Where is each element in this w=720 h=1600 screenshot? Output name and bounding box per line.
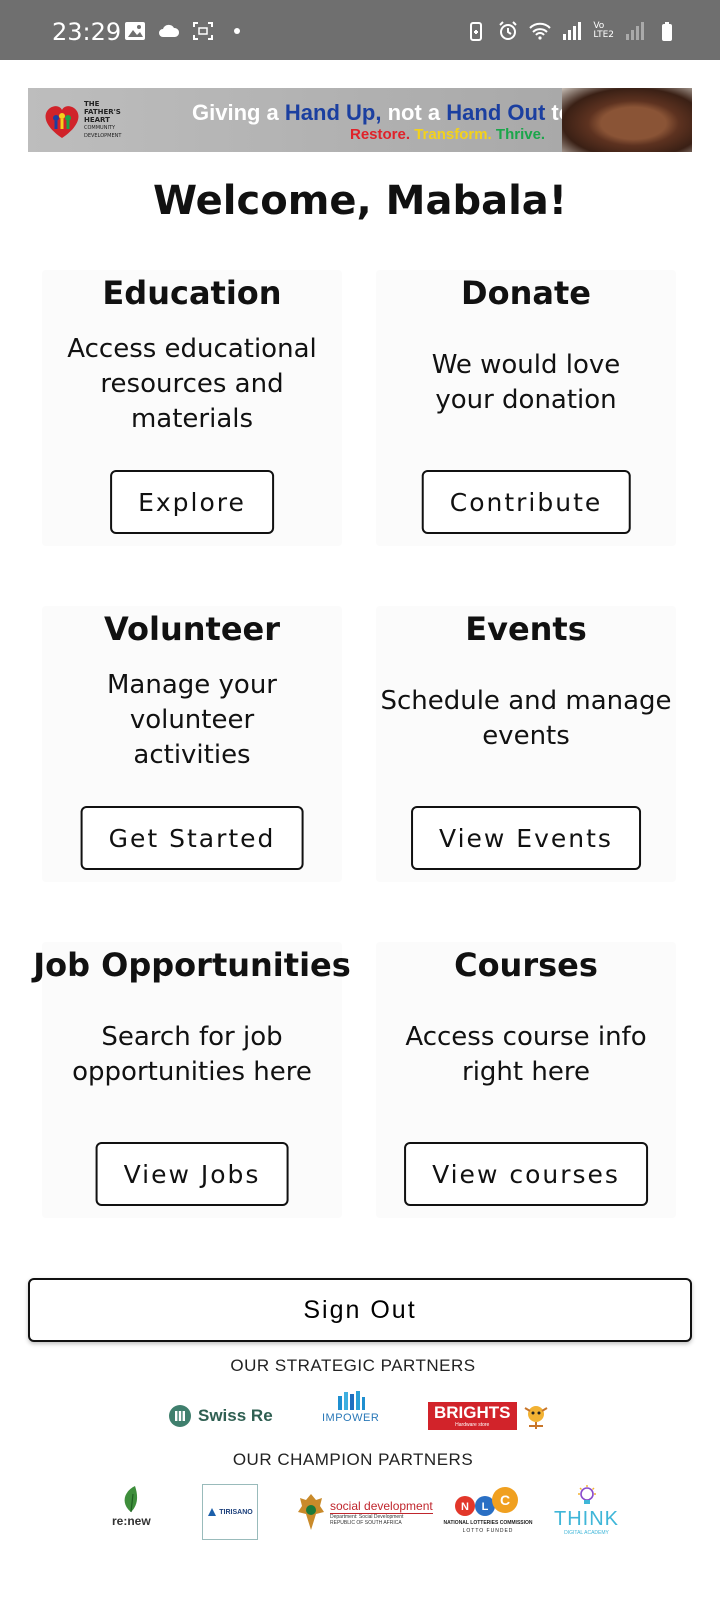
sign-out-button[interactable]: Sign Out bbox=[28, 1278, 692, 1342]
child-photo bbox=[562, 88, 692, 152]
banner-subtagline: Restore. Transform. Thrive. bbox=[350, 126, 545, 143]
status-right-icons: Vo LTE2 bbox=[465, 20, 678, 42]
champion-partners-heading: OUR CHAMPION PARTNERS bbox=[232, 1450, 474, 1469]
think-subtext: DIGITAL ACADEMY bbox=[564, 1530, 609, 1536]
card-title: Donate bbox=[461, 274, 591, 312]
social-development-text: social development bbox=[330, 1498, 433, 1514]
screenshot-icon bbox=[193, 22, 213, 40]
swiss-re-icon bbox=[169, 1405, 191, 1427]
wifi-icon bbox=[529, 22, 552, 40]
card-description: Manage your volunteer activities bbox=[106, 670, 277, 770]
svg-text:N: N bbox=[461, 1501, 469, 1513]
swiss-re-logo: Swiss Re bbox=[168, 1404, 273, 1428]
brights-mascot-icon bbox=[523, 1406, 548, 1429]
renew-text: re:new bbox=[112, 1514, 151, 1528]
card-description: We would love your donation bbox=[431, 350, 621, 415]
signal-icon bbox=[563, 22, 582, 40]
view-events-button[interactable]: View Events bbox=[411, 806, 641, 870]
word-thrive: Thrive. bbox=[495, 126, 546, 143]
card-description: Access educational resources and materia… bbox=[67, 334, 317, 434]
nlc-subtext: LOTTO FUNDED bbox=[462, 1528, 514, 1534]
brights-badge: BRIGHTS Hardware store bbox=[428, 1402, 517, 1430]
nlc-logo: N L C NATIONAL LOTTERIES COMMISSION LOTT… bbox=[444, 1484, 533, 1534]
org-name: THE FATHER'S HEART COMMUNITY DEVELOPMENT bbox=[84, 100, 132, 140]
word-restore: Restore. bbox=[350, 126, 411, 143]
impower-logo: IMPOWER bbox=[322, 1390, 379, 1424]
tagline-giving: Giving a bbox=[192, 100, 279, 125]
brights-logo: BRIGHTS Hardware store bbox=[428, 1402, 551, 1430]
view-courses-button[interactable]: View courses bbox=[404, 1142, 648, 1206]
card-description: Search for job opportunities here bbox=[72, 1022, 312, 1087]
tagline-handout: Hand Out bbox=[446, 100, 546, 125]
impower-text: IMPOWER bbox=[322, 1412, 380, 1424]
swiss-re-text: Swiss Re bbox=[198, 1406, 273, 1425]
impower-icon bbox=[337, 1391, 365, 1410]
tagline-not: not a bbox=[387, 100, 441, 125]
renew-logo: re:new bbox=[112, 1484, 151, 1528]
social-development-logo: social development Department: Social De… bbox=[296, 1492, 433, 1532]
word-transform: Transform. bbox=[414, 126, 492, 143]
social-development-subtext: Department: Social Development REPUBLIC … bbox=[330, 1513, 404, 1526]
image-icon bbox=[125, 22, 145, 40]
card-donate: Donate We would love your donation Contr… bbox=[376, 270, 676, 546]
coat-of-arms-icon bbox=[298, 1494, 324, 1530]
status-left-icons bbox=[124, 20, 248, 42]
banner-tagline: Giving a Hand Up, not a Hand Out to bbox=[192, 100, 572, 126]
contribute-button[interactable]: Contribute bbox=[421, 470, 631, 534]
social-development-textblock: social development Department: Social De… bbox=[330, 1499, 433, 1526]
promo-banner: THE FATHER'S HEART COMMUNITY DEVELOPMENT… bbox=[28, 88, 692, 152]
card-volunteer: Volunteer Manage your volunteer activiti… bbox=[42, 606, 342, 882]
battery-saver-icon bbox=[470, 22, 483, 41]
status-bar: 23:29 Vo LTE2 bbox=[0, 0, 720, 60]
card-job-opportunities: Job Opportunities Search for job opportu… bbox=[33, 942, 351, 1218]
tirisano-logo: TIRISANO bbox=[202, 1484, 258, 1540]
tirisano-text: TIRISANO bbox=[219, 1508, 253, 1516]
get-started-button[interactable]: Get Started bbox=[80, 806, 304, 870]
think-logo: THINK DIGITAL ACADEMY bbox=[554, 1484, 619, 1536]
nlc-name: NATIONAL LOTTERIES COMMISSION bbox=[443, 1520, 533, 1526]
card-description: Schedule and manage events bbox=[380, 686, 672, 751]
card-title: Volunteer bbox=[103, 610, 280, 648]
card-title: Education bbox=[102, 274, 282, 312]
card-education: Education Access educational resources a… bbox=[42, 270, 342, 546]
tirisano-icon bbox=[208, 1508, 217, 1516]
think-text: THINK bbox=[554, 1508, 619, 1530]
volte-icon: Vo LTE2 bbox=[593, 21, 614, 40]
nlc-icon: N L C bbox=[455, 1487, 518, 1516]
org-title: THE FATHER'S HEART bbox=[84, 100, 121, 124]
card-courses: Courses Access course info right here Vi… bbox=[376, 942, 676, 1218]
signal-weak-icon bbox=[626, 22, 644, 40]
card-description: Access course info right here bbox=[405, 1022, 647, 1087]
dot-icon bbox=[234, 28, 240, 34]
brights-subtext: Hardware store bbox=[455, 1422, 490, 1428]
svg-text:C: C bbox=[500, 1492, 510, 1508]
svg-text:L: L bbox=[482, 1501, 489, 1513]
leaf-icon bbox=[124, 1486, 138, 1513]
brights-text: BRIGHTS bbox=[434, 1403, 511, 1422]
strategic-partners-heading: OUR STRATEGIC PARTNERS bbox=[230, 1356, 476, 1375]
lightbulb-icon bbox=[577, 1485, 596, 1504]
org-subtitle: COMMUNITY DEVELOPMENT bbox=[84, 125, 122, 139]
cloud-icon bbox=[159, 24, 180, 37]
card-events: Events Schedule and manage events View E… bbox=[376, 606, 676, 882]
alarm-icon bbox=[499, 21, 518, 40]
explore-button[interactable]: Explore bbox=[110, 470, 274, 534]
battery-icon bbox=[662, 22, 672, 41]
tagline-handup: Hand Up, bbox=[284, 100, 382, 125]
card-title: Job Opportunities bbox=[33, 946, 351, 984]
welcome-heading: Welcome, Mabala! bbox=[152, 178, 568, 224]
card-title: Courses bbox=[454, 946, 598, 984]
view-jobs-button[interactable]: View Jobs bbox=[95, 1142, 289, 1206]
card-title: Events bbox=[465, 610, 587, 648]
status-time: 23:29 bbox=[52, 18, 122, 46]
